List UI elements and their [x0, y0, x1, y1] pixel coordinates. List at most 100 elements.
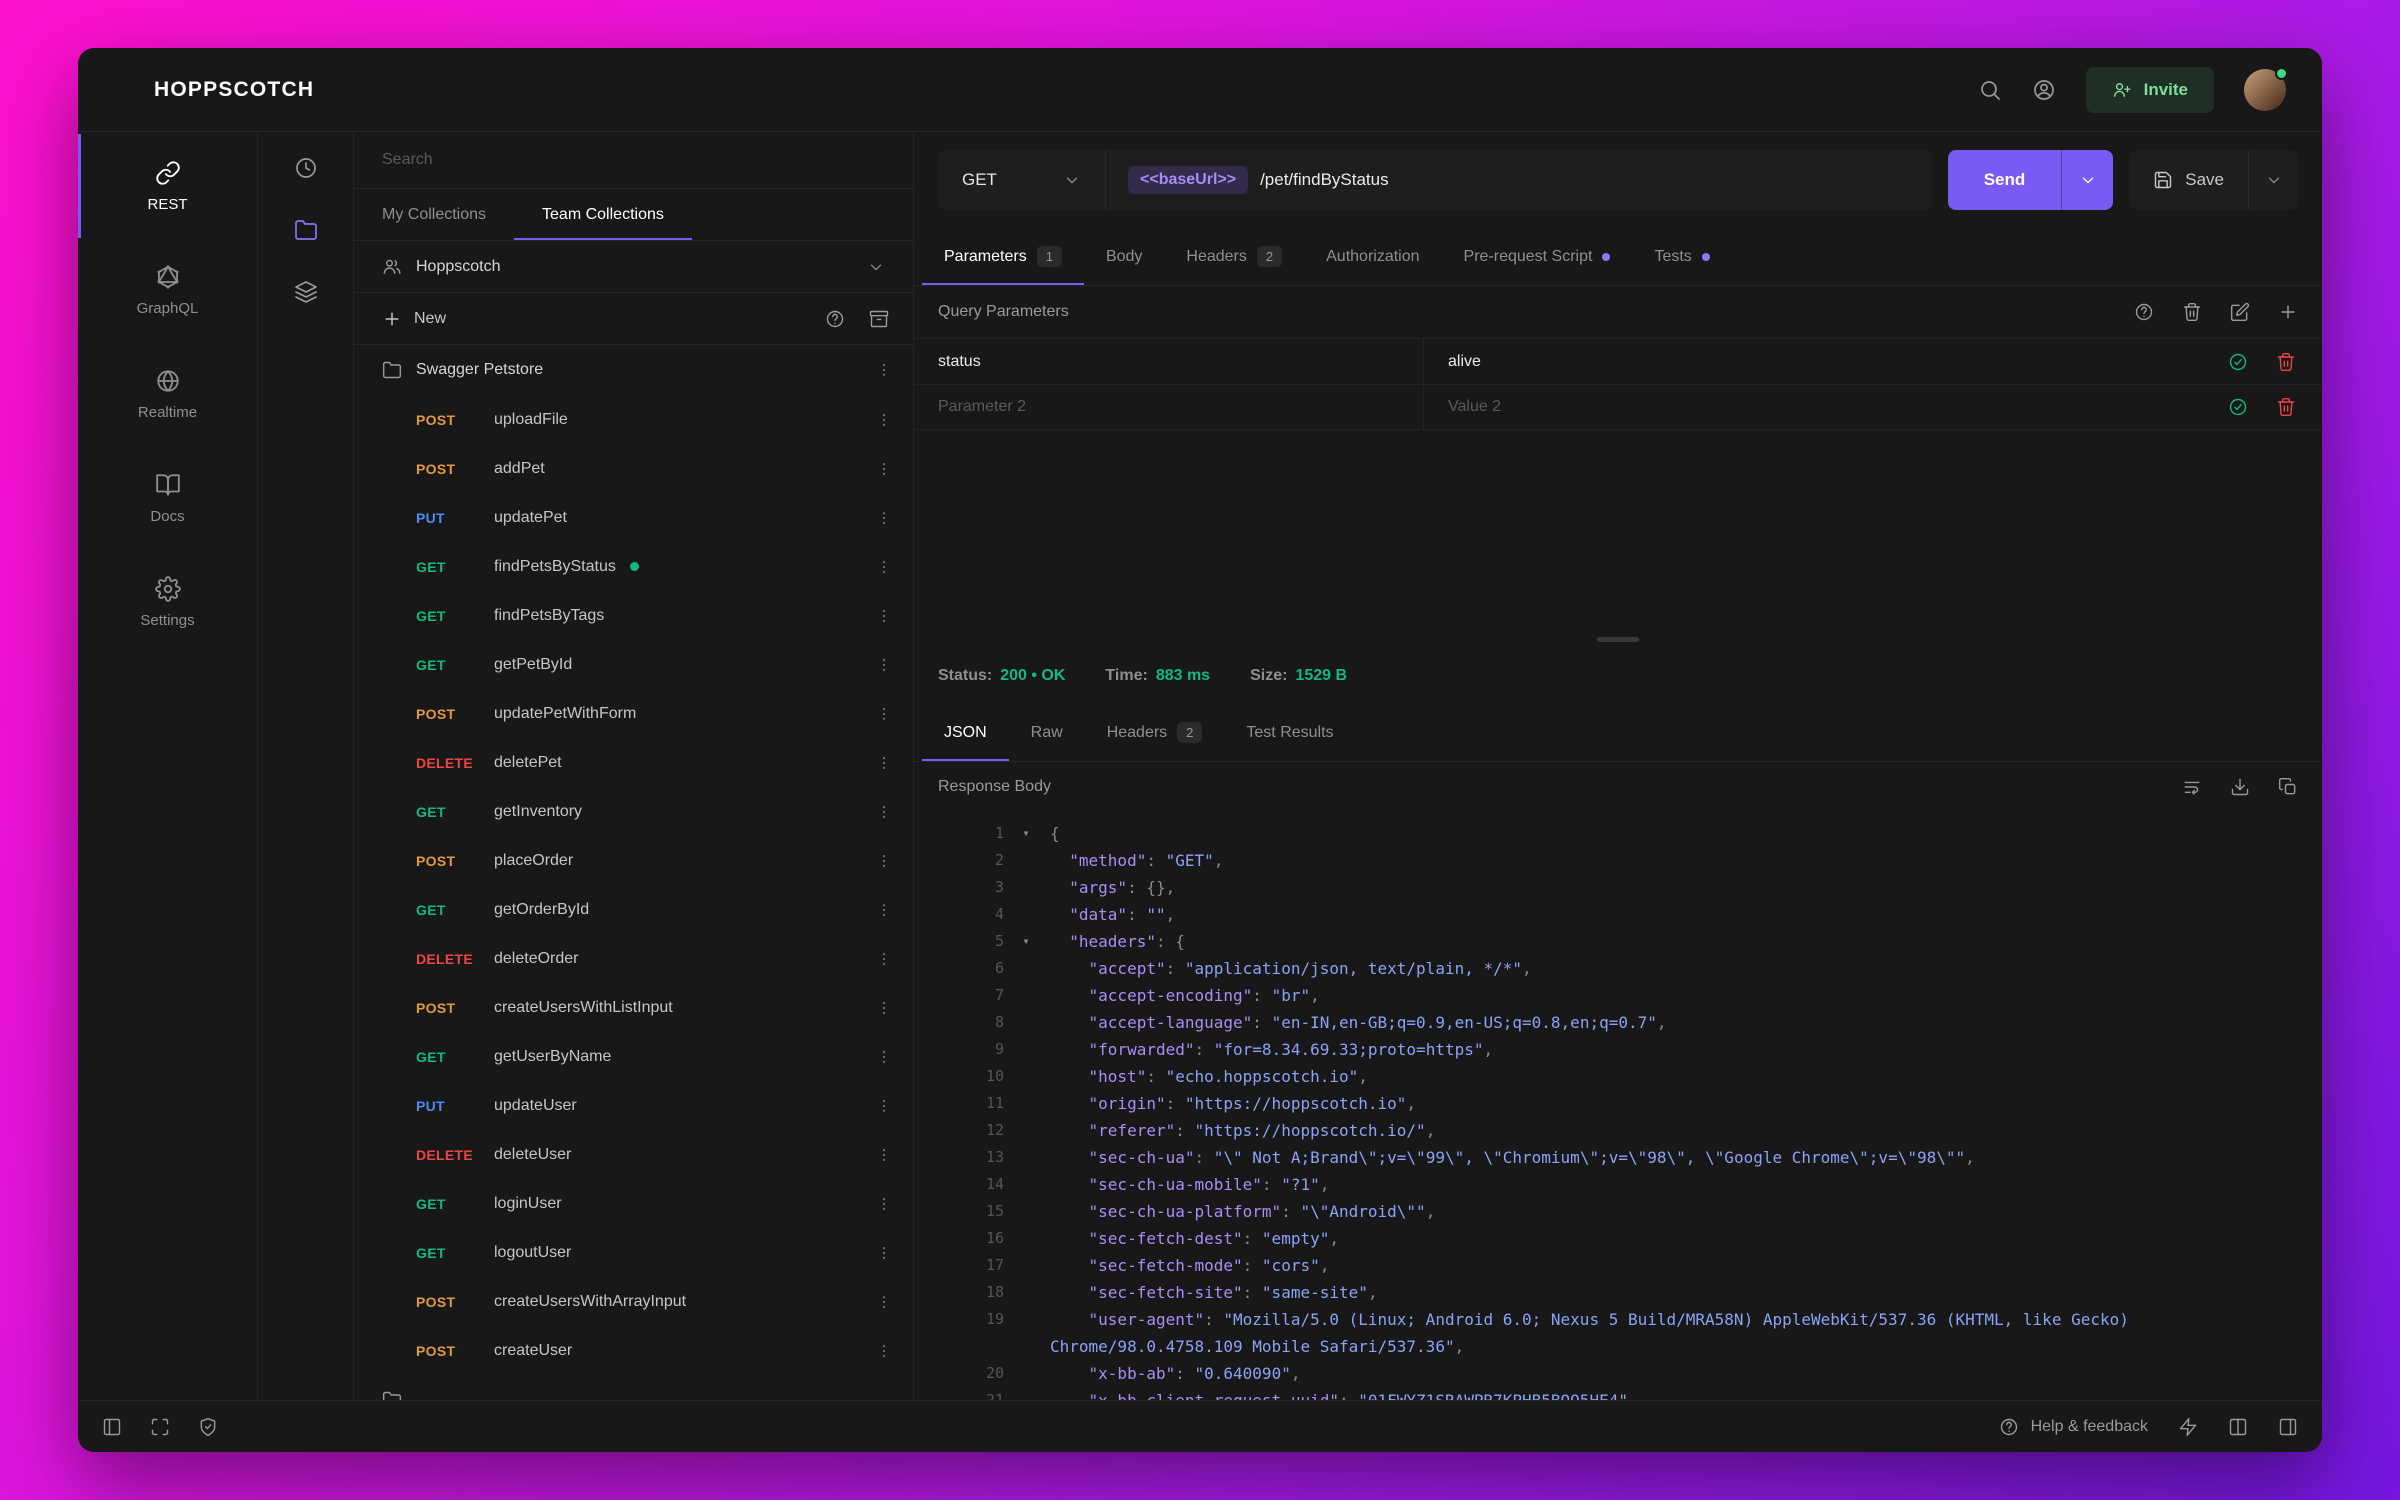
param-delete-button[interactable]: [2276, 352, 2296, 372]
tab-parameters[interactable]: Parameters 1: [922, 228, 1084, 285]
avatar[interactable]: [2244, 66, 2288, 111]
kebab-menu-icon[interactable]: [875, 1342, 893, 1360]
method-select[interactable]: GET: [938, 150, 1106, 210]
nav-item-realtime[interactable]: Realtime: [78, 342, 257, 446]
toggle-right-panel-button[interactable]: [2278, 1417, 2298, 1437]
pane-resizer[interactable]: [914, 630, 2322, 648]
tab-team-collections[interactable]: Team Collections: [514, 189, 692, 240]
account-button[interactable]: [2032, 78, 2056, 102]
params-clear-all-button[interactable]: [2182, 302, 2202, 322]
nav-item-docs[interactable]: Docs: [78, 446, 257, 550]
resize-handle[interactable]: [1597, 636, 1639, 642]
fold-toggle[interactable]: ▾: [1004, 820, 1048, 847]
shortcuts-button[interactable]: [2178, 1417, 2198, 1437]
tab-body[interactable]: Body: [1084, 228, 1164, 285]
request-item-loginuser[interactable]: GET loginUser: [354, 1179, 913, 1228]
fold-toggle[interactable]: ▾: [1004, 928, 1048, 955]
request-item-getinventory[interactable]: GET getInventory: [354, 787, 913, 836]
collections-search-input[interactable]: [382, 151, 885, 169]
request-item-logoutuser[interactable]: GET logoutUser: [354, 1228, 913, 1277]
kebab-menu-icon[interactable]: [875, 754, 893, 772]
kebab-menu-icon[interactable]: [875, 558, 893, 576]
interceptor-button[interactable]: [198, 1417, 218, 1437]
kebab-menu-icon[interactable]: [875, 852, 893, 870]
environments-button[interactable]: [294, 280, 318, 304]
kebab-menu-icon[interactable]: [875, 1048, 893, 1066]
save-button[interactable]: Save: [2129, 150, 2248, 210]
param-key-input[interactable]: status: [914, 339, 1424, 384]
tab-json[interactable]: JSON: [922, 704, 1009, 761]
send-options-button[interactable]: [2061, 150, 2114, 210]
request-item-createuserswitharrayinput[interactable]: POST createUsersWithArrayInput: [354, 1277, 913, 1326]
copy-response-button[interactable]: [2278, 777, 2298, 797]
help-feedback-button[interactable]: Help & feedback: [1999, 1417, 2148, 1437]
column-layout-button[interactable]: [2228, 1417, 2248, 1437]
invite-button[interactable]: Invite: [2085, 66, 2214, 113]
params-help-button[interactable]: [2134, 302, 2154, 322]
collections-button[interactable]: [294, 218, 318, 242]
search-button[interactable]: [1978, 78, 2002, 102]
kebab-menu-icon[interactable]: [875, 1097, 893, 1115]
tab-my-collections[interactable]: My Collections: [354, 189, 514, 240]
kebab-menu-icon[interactable]: [875, 509, 893, 527]
kebab-menu-icon[interactable]: [875, 1293, 893, 1311]
expand-button[interactable]: [150, 1417, 170, 1437]
request-item-updatepet[interactable]: PUT updatePet: [354, 493, 913, 542]
kebab-menu-icon[interactable]: [875, 1244, 893, 1262]
tab-test-results[interactable]: Test Results: [1224, 704, 1355, 761]
nav-item-settings[interactable]: Settings: [78, 550, 257, 654]
tab-headers[interactable]: Headers 2: [1164, 228, 1304, 285]
kebab-menu-icon[interactable]: [875, 460, 893, 478]
nav-item-rest[interactable]: REST: [78, 134, 257, 238]
request-item-getorderbyid[interactable]: GET getOrderById: [354, 885, 913, 934]
request-item-uploadfile[interactable]: POST uploadFile: [354, 395, 913, 444]
save-options-button[interactable]: [2248, 150, 2298, 210]
request-item-getuserbyname[interactable]: GET getUserByName: [354, 1032, 913, 1081]
param-active-toggle[interactable]: [2228, 397, 2248, 417]
kebab-menu-icon[interactable]: [875, 1195, 893, 1213]
request-item-getpetbyid[interactable]: GET getPetById: [354, 640, 913, 689]
send-button[interactable]: Send: [1947, 150, 2062, 210]
tab-tests[interactable]: Tests: [1632, 228, 1731, 285]
collection-folder[interactable]: Swagger Petstore: [354, 345, 913, 395]
kebab-menu-icon[interactable]: [875, 361, 893, 379]
request-item-deletepet[interactable]: DELETE deletePet: [354, 738, 913, 787]
url-input[interactable]: <<baseUrl>> /pet/findByStatus: [1106, 166, 1932, 194]
tab-authorization[interactable]: Authorization: [1304, 228, 1441, 285]
request-item-createuserswithlistinput[interactable]: POST createUsersWithListInput: [354, 983, 913, 1032]
kebab-menu-icon[interactable]: [875, 803, 893, 821]
new-collection-button[interactable]: New: [382, 309, 446, 329]
import-export-button[interactable]: [869, 309, 889, 329]
param-value-input[interactable]: alive: [1424, 353, 2228, 371]
toggle-sidebar-button[interactable]: [102, 1417, 122, 1437]
kebab-menu-icon[interactable]: [875, 607, 893, 625]
kebab-menu-icon[interactable]: [875, 411, 893, 429]
kebab-menu-icon[interactable]: [875, 999, 893, 1017]
collections-help-button[interactable]: [825, 309, 845, 329]
request-item-findpetsbystatus[interactable]: GET findPetsByStatus: [354, 542, 913, 591]
param-value-input[interactable]: Value 2: [1424, 398, 2228, 416]
collection-folder-partial[interactable]: [354, 1375, 913, 1400]
request-item-findpetsbytags[interactable]: GET findPetsByTags: [354, 591, 913, 640]
request-item-deleteuser[interactable]: DELETE deleteUser: [354, 1130, 913, 1179]
tab-raw[interactable]: Raw: [1009, 704, 1085, 761]
param-active-toggle[interactable]: [2228, 352, 2248, 372]
request-item-createuser[interactable]: POST createUser: [354, 1326, 913, 1375]
request-item-updatepetwithform[interactable]: POST updatePetWithForm: [354, 689, 913, 738]
request-item-addpet[interactable]: POST addPet: [354, 444, 913, 493]
kebab-menu-icon[interactable]: [875, 901, 893, 919]
request-item-placeorder[interactable]: POST placeOrder: [354, 836, 913, 885]
kebab-menu-icon[interactable]: [875, 1146, 893, 1164]
tab-headers[interactable]: Headers 2: [1085, 704, 1225, 761]
param-delete-button[interactable]: [2276, 397, 2296, 417]
team-selector[interactable]: Hoppscotch: [354, 241, 913, 293]
tab-pre-request-script[interactable]: Pre-request Script: [1442, 228, 1633, 285]
download-response-button[interactable]: [2230, 777, 2250, 797]
nav-item-graphql[interactable]: GraphQL: [78, 238, 257, 342]
kebab-menu-icon[interactable]: [875, 705, 893, 723]
request-item-updateuser[interactable]: PUT updateUser: [354, 1081, 913, 1130]
request-item-deleteorder[interactable]: DELETE deleteOrder: [354, 934, 913, 983]
wrap-lines-button[interactable]: [2182, 777, 2202, 797]
kebab-menu-icon[interactable]: [875, 950, 893, 968]
param-key-input[interactable]: Parameter 2: [914, 385, 1424, 429]
